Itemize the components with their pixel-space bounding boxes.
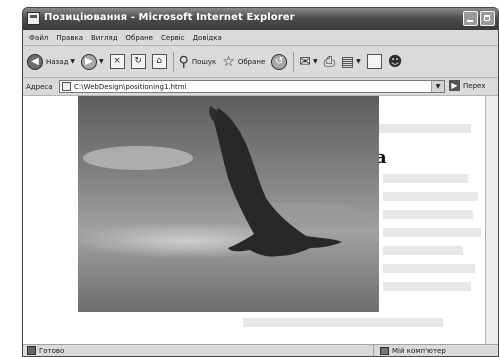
zone-label: Мій комп'ютер [392,346,446,355]
eagle-photo [78,96,379,312]
standard-toolbar: ◀ Назад ▼ ▶ ▼ × ↻ ⌂ ⚲ Пошук ☆ Обране ↺ ✉… [23,46,498,78]
address-bar: Адреса C:\WebDesign\positioning1.html ▼ … [23,78,498,96]
ie-page-icon [27,12,40,25]
home-icon: ⌂ [151,54,167,69]
search-button[interactable]: ⚲ Пошук [179,50,217,74]
address-value: C:\WebDesign\positioning1.html [74,82,187,91]
edit-icon: ▤ [340,53,355,70]
page-status-icon [27,346,36,355]
menu-edit[interactable]: Правка [56,34,83,42]
forward-arrow-icon: ▶ [81,53,98,70]
status-text: Готово [39,346,65,355]
refresh-button[interactable]: ↻ [130,50,146,74]
status-bar: Готово Мій комп'ютер [23,344,498,356]
discuss-button[interactable] [366,50,382,74]
history-icon: ↺ [271,53,288,70]
background-text [383,210,473,219]
menu-file[interactable]: Файл [29,34,48,42]
page-content[interactable]: а [23,96,485,344]
star-icon: ☆ [222,53,235,70]
page-icon [62,82,71,91]
chevron-down-icon: ▼ [70,58,76,65]
chevron-down-icon: ▼ [356,58,361,65]
address-dropdown-icon[interactable]: ▼ [431,81,444,92]
search-label: Пошук [191,57,217,66]
home-button[interactable]: ⌂ [151,50,167,74]
background-text [243,318,443,327]
search-icon: ⚲ [178,53,189,70]
go-button[interactable]: ▶ Перех [449,80,485,91]
background-text [383,282,471,291]
security-zone: Мій комп'ютер [373,345,446,356]
print-button[interactable]: ⎙ [324,50,335,74]
background-text [383,246,463,255]
messenger-icon: ☻ [387,53,403,70]
edit-button[interactable]: ▤ ▼ [341,50,361,74]
printer-icon: ⎙ [323,53,335,70]
go-label: Перех [463,81,486,90]
browser-window: Позиціювання - Microsoft Internet Explor… [22,7,499,357]
chevron-down-icon: ▼ [313,58,318,65]
menu-view[interactable]: Вигляд [91,34,118,42]
back-arrow-icon: ◀ [27,53,43,70]
mail-icon: ✉ [299,53,311,70]
history-button[interactable]: ↺ [271,50,288,74]
minimize-button[interactable] [463,11,478,26]
favorites-label: Обране [237,57,266,66]
menu-favorites[interactable]: Обране [126,34,153,42]
chevron-down-icon: ▼ [99,58,104,65]
window-title: Позиціювання - Microsoft Internet Explor… [44,12,295,23]
discuss-icon [366,54,382,69]
address-label: Адреса [26,82,53,91]
menu-tools[interactable]: Сервіс [161,34,185,42]
messenger-button[interactable]: ☻ [388,50,403,74]
stop-button[interactable]: × [109,50,125,74]
address-input[interactable]: C:\WebDesign\positioning1.html ▼ [59,80,445,93]
stop-icon: × [109,54,125,69]
window-controls [463,11,495,26]
menu-bar: Файл Правка Вигляд Обране Сервіс Довідка [23,30,498,46]
maximize-button[interactable] [480,11,495,26]
favorites-button[interactable]: ☆ Обране [222,50,265,74]
toolbar-separator [172,51,174,72]
background-text [383,174,468,183]
refresh-icon: ↻ [130,54,146,69]
menu-help[interactable]: Довідка [193,34,222,42]
mail-button[interactable]: ✉ ▼ [299,50,317,74]
toolbar-separator [293,51,295,72]
back-button[interactable]: ◀ Назад ▼ [27,50,75,74]
background-text [383,192,478,201]
background-text [383,264,475,273]
go-arrow-icon: ▶ [449,80,460,91]
back-label: Назад [46,57,69,66]
forward-button[interactable]: ▶ ▼ [81,50,104,74]
vertical-scrollbar[interactable] [485,96,498,344]
background-text [383,228,481,237]
title-bar[interactable]: Позиціювання - Microsoft Internet Explor… [23,8,498,30]
computer-icon [380,346,389,355]
